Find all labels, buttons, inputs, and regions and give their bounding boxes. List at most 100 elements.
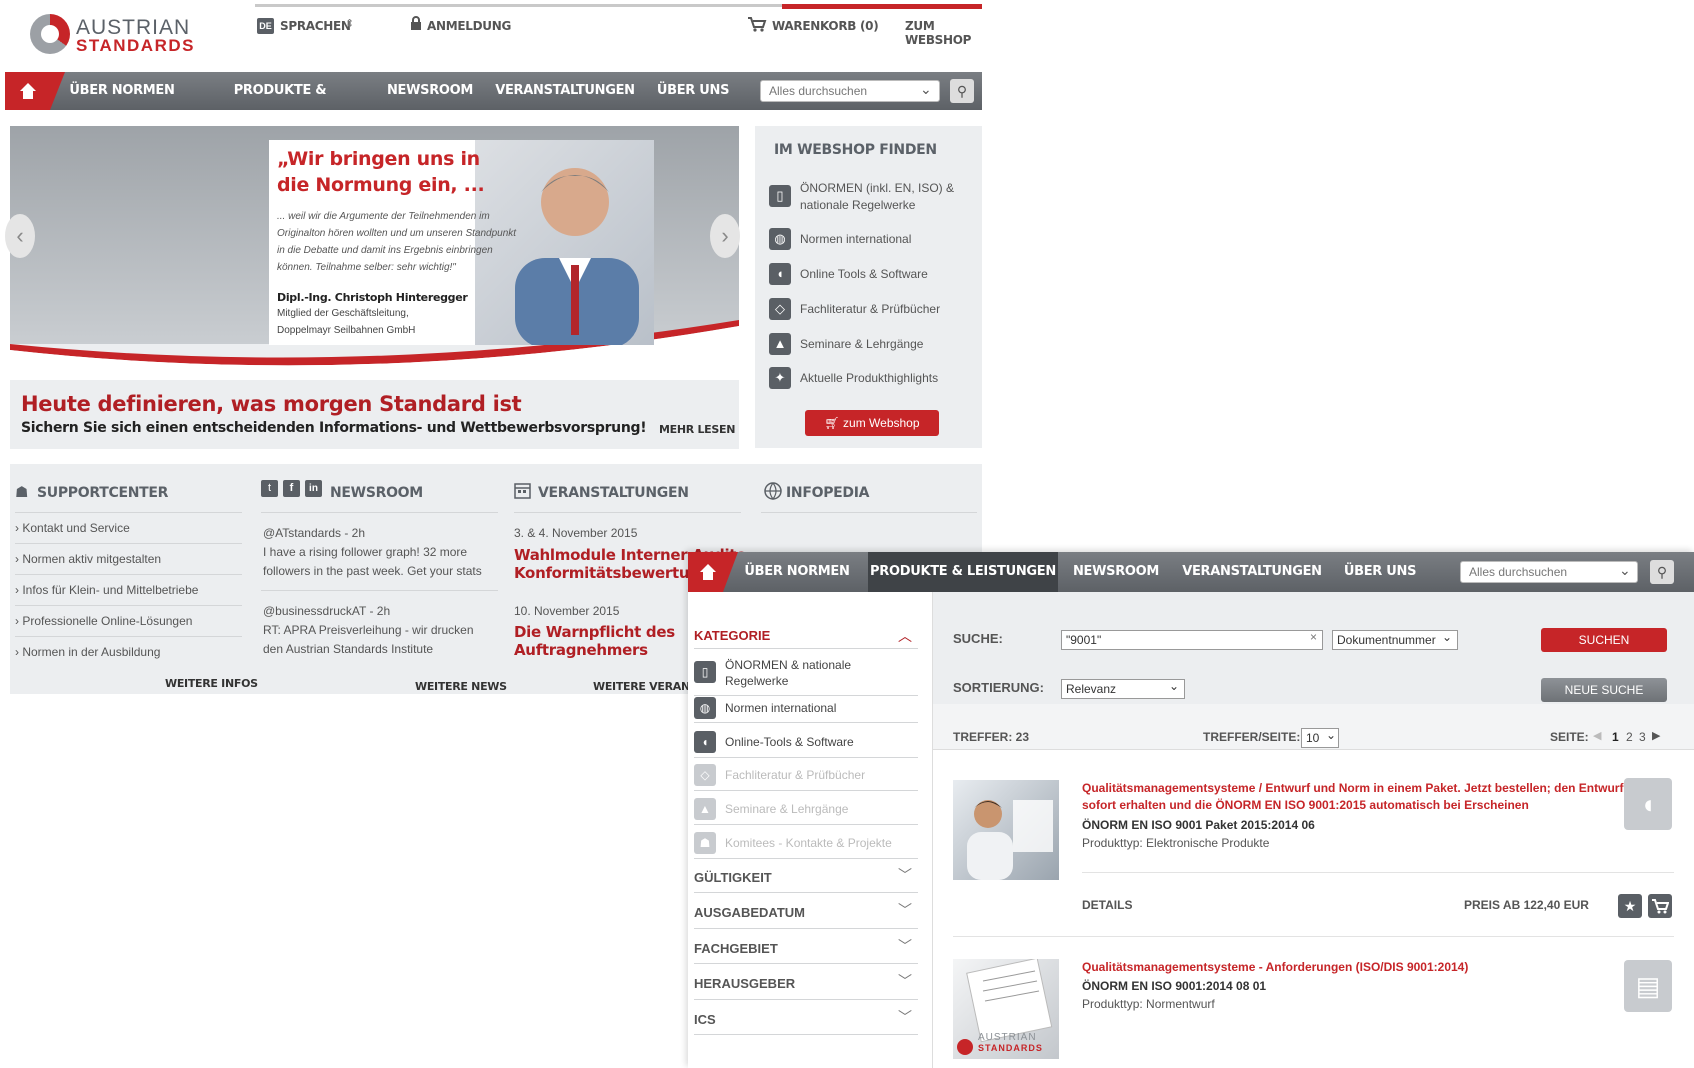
- page-2[interactable]: 2: [1626, 730, 1633, 744]
- webshop-item-fachliteratur[interactable]: Fachliteratur & Prüfbücher: [800, 302, 940, 316]
- next-page-icon[interactable]: ▶: [1652, 729, 1660, 742]
- query-input[interactable]: "9001": [1061, 630, 1323, 650]
- sort-arrows-icon[interactable]: ⇕: [345, 17, 354, 30]
- webshop-item-highlights[interactable]: Aktuelle Produkthighlights: [800, 371, 938, 385]
- chevron-up-icon[interactable]: ︿: [898, 626, 912, 646]
- tweet-1-text-1: I have a rising follower graph! 32 more: [263, 545, 468, 559]
- tweet-2-author[interactable]: @businessdruckAT - 2h: [263, 604, 390, 618]
- webshop-item-oenormen-2[interactable]: nationale Regelwerke: [800, 198, 915, 212]
- chevron-down-icon[interactable]: ﹀: [898, 971, 912, 991]
- sprachen-link[interactable]: SPRACHEN: [280, 19, 351, 33]
- tweet-1-author[interactable]: @ATstandards - 2h: [263, 526, 365, 540]
- linkedin-icon[interactable]: in: [305, 480, 322, 497]
- chevron-down-icon[interactable]: ⌄: [1326, 728, 1336, 742]
- logo-icon[interactable]: [30, 14, 70, 54]
- facebook-icon[interactable]: f: [283, 480, 300, 497]
- sort-select[interactable]: Relevanz: [1061, 679, 1185, 699]
- home-icon[interactable]: [699, 563, 717, 581]
- nav-produkte-leistungen[interactable]: PRODUKTE & LEISTUNGEN: [868, 552, 1058, 592]
- facet-fachgebiet[interactable]: FACHGEBIET: [694, 941, 778, 956]
- result-thumbnail[interactable]: [953, 780, 1059, 880]
- nav-ueber-normen[interactable]: ÜBER NORMEN: [740, 552, 854, 592]
- divider: [694, 928, 918, 929]
- search-icon[interactable]: ⚲: [950, 79, 974, 103]
- star-icon[interactable]: ★: [1618, 894, 1642, 918]
- webshop-item-seminare[interactable]: Seminare & Lehrgänge: [800, 337, 923, 351]
- language-flag-icon[interactable]: DE: [257, 18, 274, 34]
- chevron-down-icon[interactable]: ﹀: [898, 1007, 912, 1027]
- chevron-down-icon[interactable]: ⌄: [1442, 630, 1452, 644]
- kategorie-header[interactable]: KATEGORIE: [694, 628, 770, 643]
- mehr-lesen-link[interactable]: MEHR LESEN: [659, 423, 735, 436]
- site-search-input[interactable]: Alles durchsuchen: [760, 80, 940, 102]
- support-link-online[interactable]: › Professionelle Online-Lösungen: [15, 614, 192, 628]
- divider: [694, 999, 918, 1000]
- site-search-input[interactable]: Alles durchsuchen: [1460, 561, 1638, 583]
- chevron-down-icon[interactable]: ﹀: [898, 936, 912, 956]
- zum-webshop-link[interactable]: ZUM WEBSHOP: [905, 19, 982, 47]
- nav-ueber-uns[interactable]: ÜBER UNS: [653, 72, 733, 110]
- support-link-ausbildung[interactable]: › Normen in der Ausbildung: [15, 645, 160, 659]
- page-1[interactable]: 1: [1612, 730, 1619, 744]
- home-icon[interactable]: [19, 82, 37, 100]
- nav-ueber-uns[interactable]: ÜBER UNS: [1338, 552, 1422, 592]
- field-select[interactable]: Dokumentnummer: [1332, 630, 1458, 650]
- mouse-icon: ◖: [1624, 778, 1672, 830]
- category-online-tools[interactable]: Online-Tools & Software: [725, 735, 854, 749]
- neue-suche-button[interactable]: NEUE SUCHE: [1541, 678, 1667, 702]
- nav-newsroom[interactable]: NEWSROOM: [1066, 552, 1166, 592]
- weitere-news-link[interactable]: WEITERE NEWS: [415, 680, 507, 693]
- nav-newsroom[interactable]: NEWSROOM: [383, 72, 477, 110]
- search-dropdown-chevron-icon[interactable]: ⌄: [920, 81, 932, 98]
- facet-gueltigkeit[interactable]: GÜLTIGKEIT: [694, 870, 772, 885]
- search-dropdown-chevron-icon[interactable]: ⌄: [1619, 562, 1631, 579]
- chevron-down-icon[interactable]: ⌄: [1169, 679, 1179, 693]
- clear-icon[interactable]: ×: [1310, 630, 1317, 644]
- category-international[interactable]: Normen international: [725, 701, 836, 715]
- category-oenormen-2[interactable]: Regelwerke: [725, 674, 788, 688]
- result-title-1[interactable]: Qualitätsmanagementsysteme / Entwurf und…: [1082, 781, 1623, 795]
- page-3[interactable]: 3: [1639, 730, 1646, 744]
- infopedia-title: INFOPEDIA: [786, 485, 870, 501]
- suchen-button[interactable]: SUCHEN: [1541, 628, 1667, 652]
- anmeldung-link[interactable]: ANMELDUNG: [427, 19, 511, 33]
- divider: [514, 512, 741, 513]
- event-2-title-1[interactable]: Die Warnpflicht des: [514, 623, 675, 641]
- nav-veranstaltungen[interactable]: VERANSTALTUNGEN: [1182, 552, 1322, 592]
- support-link-kmu[interactable]: › Infos für Klein- und Mittelbetriebe: [15, 583, 198, 597]
- webshop-item-tools[interactable]: Online Tools & Software: [800, 267, 928, 281]
- main-nav: ÜBER NORMEN PRODUKTE & LEISTUNGEN NEWSRO…: [5, 72, 982, 136]
- quote-line-1: „Wir bringen uns in: [277, 148, 480, 170]
- divider: [694, 648, 918, 649]
- weitere-infos-link[interactable]: WEITERE INFOS: [165, 677, 258, 690]
- portrait-image: [475, 140, 654, 345]
- slider-prev-button[interactable]: ‹: [5, 214, 35, 258]
- support-link-mitgestalten[interactable]: › Normen aktiv mitgestalten: [15, 552, 161, 566]
- details-link[interactable]: DETAILS: [1082, 898, 1132, 912]
- event-2-title-2[interactable]: Auftragnehmers: [514, 641, 648, 659]
- slider-next-button[interactable]: ›: [710, 214, 740, 258]
- facet-ics[interactable]: ICS: [694, 1012, 716, 1027]
- support-link-kontakt[interactable]: › Kontakt und Service: [15, 521, 130, 535]
- search-icon[interactable]: ⚲: [1650, 560, 1674, 584]
- twitter-icon[interactable]: t: [261, 480, 278, 497]
- warenkorb-link[interactable]: WARENKORB (0): [772, 19, 879, 33]
- prev-page-icon[interactable]: ◀: [1593, 729, 1601, 742]
- category-oenormen[interactable]: ÖNORMEN & nationale: [725, 658, 851, 672]
- webshop-item-international[interactable]: Normen international: [800, 232, 911, 246]
- chevron-down-icon[interactable]: ﹀: [898, 900, 912, 920]
- facet-ausgabedatum[interactable]: AUSGABEDATUM: [694, 905, 805, 920]
- cart-icon[interactable]: [747, 16, 767, 32]
- cart-icon[interactable]: [1648, 894, 1672, 918]
- result-title-2[interactable]: Qualitätsmanagementsysteme - Anforderung…: [1082, 960, 1468, 974]
- logo-text-standards[interactable]: STANDARDS: [76, 36, 195, 56]
- nav-veranstaltungen[interactable]: VERANSTALTUNGEN: [495, 72, 635, 110]
- webshop-item-oenormen[interactable]: ÖNORMEN (inkl. EN, ISO) &: [800, 181, 954, 195]
- chevron-down-icon[interactable]: ﹀: [898, 865, 912, 885]
- zum-webshop-button[interactable]: 🛒︎ zum Webshop: [805, 410, 939, 436]
- facet-herausgeber[interactable]: HERAUSGEBER: [694, 976, 795, 991]
- nav-ueber-normen[interactable]: ÜBER NORMEN: [67, 72, 177, 110]
- divider: [15, 512, 242, 513]
- result-title-1b[interactable]: sofort erhalten und die ÖNORM EN ISO 900…: [1082, 798, 1529, 812]
- nav-produkte-leistungen[interactable]: PRODUKTE & LEISTUNGEN: [195, 72, 365, 136]
